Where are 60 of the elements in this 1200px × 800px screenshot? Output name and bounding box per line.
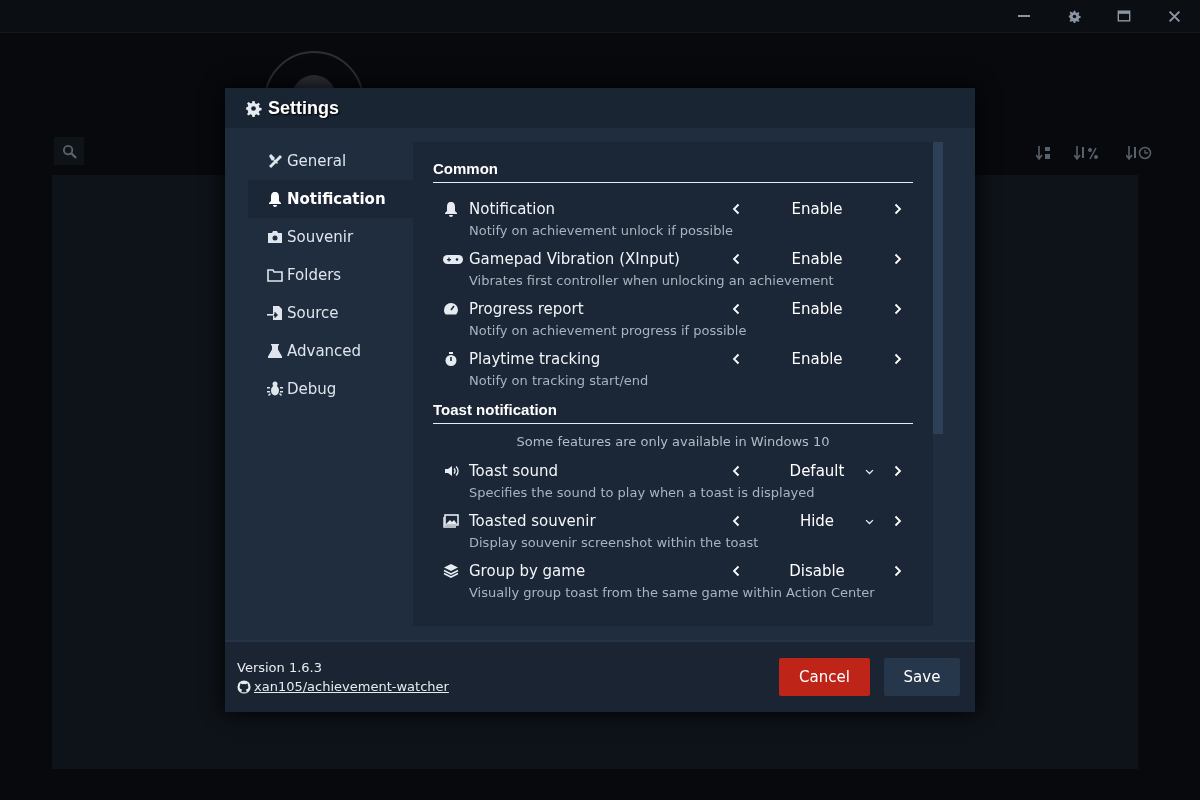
option-value: Default: [789, 462, 845, 480]
sidebar-item[interactable]: Source: [248, 294, 413, 332]
camera-icon: [267, 229, 283, 245]
option-value: Enable: [791, 200, 843, 218]
sidebar-item[interactable]: Notification: [248, 180, 413, 218]
stopwatch-icon: [443, 351, 459, 367]
bell-icon: [267, 191, 283, 207]
option-label: Toasted souvenir: [469, 512, 597, 530]
option-value: Enable: [791, 250, 843, 268]
speaker-icon: [443, 463, 461, 479]
maximize-icon: [1117, 9, 1131, 23]
search-button[interactable]: [54, 137, 84, 165]
sidebar-item[interactable]: Advanced: [248, 332, 413, 370]
image-icon: [443, 513, 459, 529]
option-description: Display souvenir screenshot within the toast: [468, 535, 760, 550]
github-icon: [237, 679, 251, 694]
sidebar-item[interactable]: Folders: [248, 256, 413, 294]
option-value: Hide: [799, 512, 835, 530]
sidebar-item[interactable]: Debug: [248, 370, 413, 408]
option-description: Notify on achievement progress if possible: [468, 323, 748, 338]
section-heading: Common: [433, 160, 913, 183]
option-label: Gamepad Vibration (XInput): [469, 250, 681, 268]
tools-icon: [267, 153, 283, 169]
version-text: Version 1.6.3: [237, 660, 323, 675]
close-icon: [1167, 9, 1181, 23]
option-label: Toast sound: [469, 462, 559, 480]
option-value: Enable: [791, 350, 843, 368]
option-description: Notify on achievement unlock if possible: [468, 223, 735, 238]
section-note: Some features are only available in Windows 10: [515, 434, 831, 449]
layers-icon: [443, 563, 459, 579]
sort-alpha-icon: [1036, 145, 1052, 161]
sidebar-item[interactable]: Souvenir: [248, 218, 413, 256]
option-value: Disable: [789, 562, 845, 580]
option-label: Group by game: [469, 562, 587, 580]
option-value: Enable: [791, 300, 843, 318]
bug-icon: [267, 381, 283, 397]
section-heading: Toast notification: [433, 401, 913, 424]
cancel-button[interactable]: Cancel: [779, 658, 870, 696]
bell-icon: [443, 201, 459, 217]
minimize-icon: [1018, 15, 1030, 17]
scrollbar[interactable]: [933, 142, 943, 626]
gauge-icon: [443, 301, 459, 317]
folder-icon: [267, 267, 283, 283]
file-import-icon: [267, 305, 283, 321]
option-description: Visually group toast from the same game within Action Center: [468, 585, 876, 600]
search-icon: [61, 143, 77, 159]
repository-link[interactable]: xan105/achievement-watcher: [254, 679, 449, 694]
settings-icon: [245, 99, 262, 117]
dialog-title: Settings: [268, 97, 339, 119]
option-label: Notification: [469, 200, 557, 218]
option-description: Notify on tracking start/end: [468, 373, 650, 388]
settings-icon: [1067, 9, 1081, 23]
option-description: Specifies the sound to play when a toast is displayed: [468, 485, 816, 500]
save-button[interactable]: Save: [884, 658, 960, 696]
option-label: Playtime tracking: [469, 350, 602, 368]
option-description: Vibrates first controller when unlocking an achievement: [468, 273, 835, 288]
option-label: Progress report: [469, 300, 585, 318]
sort-time-icon: [1126, 145, 1152, 161]
sidebar-item[interactable]: General: [248, 142, 413, 180]
flask-icon: [267, 343, 283, 359]
